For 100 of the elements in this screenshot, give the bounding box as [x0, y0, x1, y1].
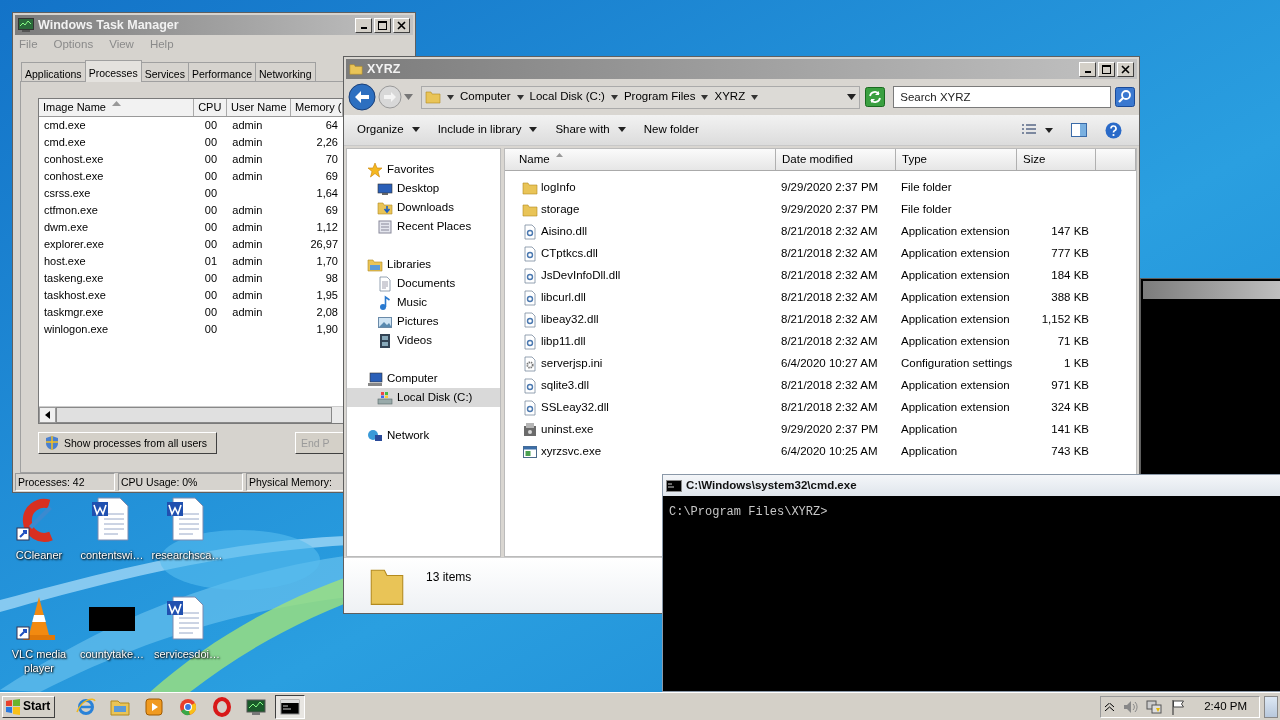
table-cell-text: 6/4/2020 10:25 AM	[780, 445, 879, 459]
caret-icon	[529, 127, 538, 133]
caret-icon	[751, 94, 759, 100]
history-dropdown[interactable]	[404, 94, 413, 100]
maximize-button[interactable]	[1098, 61, 1115, 77]
tab[interactable]: Processes	[84, 60, 142, 83]
refresh-icon	[865, 87, 886, 107]
nav-item[interactable]: Libraries	[347, 255, 500, 274]
file-name[interactable]: logInfo	[505, 180, 776, 196]
column-header[interactable]: Name	[505, 149, 776, 170]
refresh-button[interactable]	[865, 87, 886, 107]
sort-arrow-icon	[555, 153, 563, 157]
file-name[interactable]: Aisino.dll	[505, 224, 776, 240]
table-cell-text: taskmgr.exe	[43, 306, 105, 320]
column-header[interactable]: Image Name	[39, 99, 195, 117]
nav-item[interactable]: Recent Places	[347, 217, 500, 236]
table-cell-text: Application extension	[900, 269, 1011, 283]
back-button[interactable]	[348, 83, 376, 111]
table-cell-text: 01	[203, 255, 219, 269]
minimize-button[interactable]	[355, 17, 372, 33]
address-bar[interactable]: Computer Local Disk (C:) Program Files XYRZ	[421, 85, 861, 109]
gear-file-icon	[522, 246, 538, 262]
column-header[interactable]: Date modified	[776, 149, 896, 170]
search-button[interactable]	[1115, 87, 1135, 107]
nav-item[interactable]: Documents	[347, 274, 500, 293]
search-icon	[1115, 87, 1135, 107]
toolbar-button[interactable]: New folder	[634, 120, 708, 140]
show-desktop-button[interactable]	[1264, 695, 1278, 718]
breadcrumb-item[interactable]: Program Files	[623, 90, 696, 104]
column-header[interactable]: CPU	[194, 99, 227, 117]
folder-icon	[522, 202, 538, 218]
column-header[interactable]: User Name	[227, 99, 291, 117]
breadcrumb-item[interactable]: Local Disk (C:)	[529, 90, 605, 104]
file-name[interactable]: CTptkcs.dll	[505, 246, 776, 262]
table-cell-text: admin	[231, 272, 264, 286]
table-cell-text: 00	[203, 306, 219, 320]
file-name[interactable]: serverjsp.ini	[505, 356, 776, 372]
start-button[interactable]: Start	[2, 695, 56, 718]
file-name[interactable]: libcurl.dll	[505, 290, 776, 306]
table-cell-text: 971 KB	[1050, 379, 1090, 393]
table-cell-text: 8/21/2018 2:32 AM	[780, 379, 879, 393]
table-cell-text: 00	[203, 170, 219, 184]
music-note-icon	[377, 294, 393, 311]
window[interactable]	[1140, 278, 1280, 476]
nav-item[interactable]: Desktop	[347, 179, 500, 198]
file-name[interactable]: libp11.dll	[505, 334, 776, 350]
nav-item[interactable]: Downloads	[347, 198, 500, 217]
table-cell-text: Application extension	[900, 379, 1011, 393]
search-field[interactable]: Search XYRZ	[893, 86, 1111, 108]
taskbar-button[interactable]	[275, 694, 306, 719]
column-header[interactable]: Type	[896, 149, 1017, 170]
nav-item[interactable]: Computer	[347, 369, 500, 388]
left-arrow-icon	[45, 411, 50, 420]
file-name[interactable]: libeay32.dll	[505, 312, 776, 328]
scroll-left-button[interactable]	[39, 407, 56, 424]
recent-places-icon	[377, 218, 393, 235]
table-cell-text: 1,90	[315, 323, 339, 337]
nav-item[interactable]: Pictures	[347, 312, 500, 331]
file-name[interactable]: sqlite3.dll	[505, 378, 776, 394]
table-cell-text: admin	[231, 221, 264, 235]
task-manager-icon	[18, 18, 34, 32]
status-text: Processes: 42	[15, 473, 115, 491]
table-cell-text: winlogon.exe	[43, 323, 110, 337]
file-name[interactable]: storage	[505, 202, 776, 218]
nav-item[interactable]: Videos	[347, 331, 500, 350]
file-name[interactable]: SSLeay32.dll	[505, 400, 776, 416]
table-cell-text: 00	[203, 153, 219, 167]
nav-item[interactable]: Network	[347, 426, 500, 445]
minimize-button[interactable]	[1079, 61, 1096, 77]
monitor-icon	[246, 696, 267, 717]
show-all-users-button[interactable]: Show processes from all users	[38, 432, 217, 455]
column-header[interactable]: Size	[1017, 149, 1096, 170]
table-cell-text: 00	[203, 221, 219, 235]
table-cell-text: 1,70	[315, 255, 339, 269]
toolbar-button[interactable]: Share with	[546, 120, 635, 140]
maximize-button[interactable]	[374, 17, 391, 33]
breadcrumb-item[interactable]: XYRZ	[714, 90, 746, 104]
file-name[interactable]: uninst.exe	[505, 422, 776, 438]
toolbar-button[interactable]: Include in library	[428, 120, 547, 140]
table-cell-text: admin	[231, 255, 264, 269]
network-icon[interactable]	[1146, 698, 1163, 715]
list-view-icon	[1021, 123, 1037, 137]
toolbar-button[interactable]: Organize	[348, 120, 429, 140]
table-cell-text: 1 KB	[1063, 357, 1090, 371]
breadcrumb-item[interactable]: Computer	[460, 90, 511, 104]
show-hidden-icons-button[interactable]	[1105, 702, 1115, 711]
program-icon	[522, 444, 538, 460]
file-name[interactable]: xyrzsvc.exe	[505, 444, 776, 460]
tab[interactable]: Networking	[255, 62, 316, 82]
flag-icon[interactable]	[1170, 698, 1187, 715]
nav-item[interactable]: Local Disk (C:)	[347, 388, 500, 407]
nav-item[interactable]: Favorites	[347, 160, 500, 179]
close-button[interactable]	[393, 17, 410, 33]
close-button[interactable]	[1117, 61, 1134, 77]
table-cell-text: File folder	[900, 181, 953, 195]
file-name[interactable]: JsDevInfoDll.dll	[505, 268, 776, 284]
tab[interactable]: Applications	[21, 62, 86, 82]
window-title: XYRZ	[367, 61, 401, 77]
nav-item[interactable]: Music	[347, 293, 500, 312]
chevron-icon	[1105, 702, 1115, 711]
